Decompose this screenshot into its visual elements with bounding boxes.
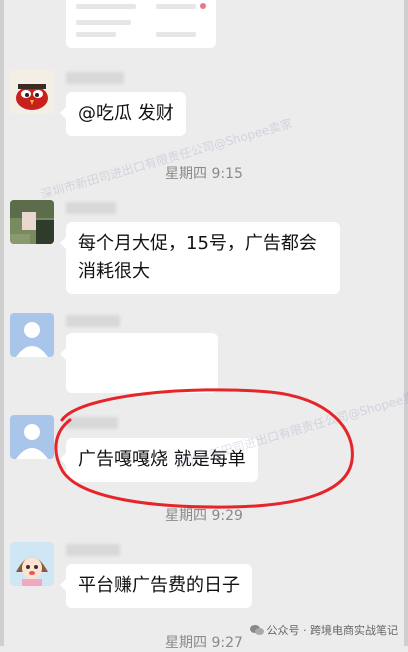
footer-label: 公众号 · 跨境电商实战笔记 bbox=[266, 624, 399, 637]
wechat-icon bbox=[249, 625, 264, 635]
footer-account: 公众号 · 跨境电商实战笔记 bbox=[249, 622, 399, 638]
highlight-circle bbox=[54, 388, 354, 509]
